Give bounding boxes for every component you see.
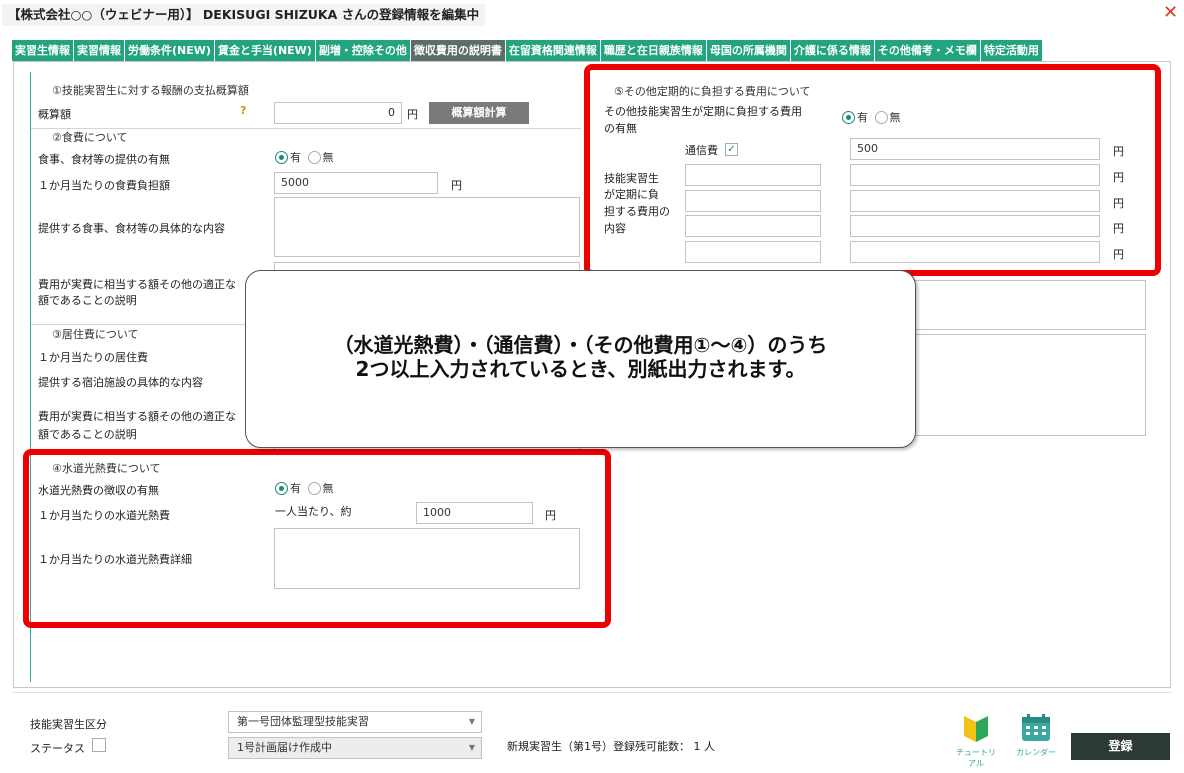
calendar-button[interactable]: カレンダー: [1010, 712, 1062, 760]
highlight-utility-fees: [23, 449, 611, 628]
status-value: 1号計画届け作成中: [237, 741, 332, 754]
tab-deductions[interactable]: 副増・控除その他: [315, 40, 410, 61]
chevron-down-icon: ▼: [468, 743, 475, 752]
rent-explain-label-2: 額であることの説明: [38, 428, 137, 441]
calendar-icon: [1022, 714, 1050, 741]
meal-no-radio[interactable]: [307, 150, 321, 164]
calc-estimate-button[interactable]: 概算額計算: [429, 102, 529, 124]
category-select[interactable]: 第一号団体監理型技能実習 ▼: [228, 711, 482, 733]
footer-divider: [13, 692, 1171, 693]
tab-notes[interactable]: その他備考・メモ欄: [874, 40, 980, 61]
tab-specific-activity[interactable]: 特定活動用: [980, 40, 1042, 61]
meal-yes-radio[interactable]: [275, 150, 288, 164]
category-label: 技能実習生区分: [30, 718, 107, 731]
yen-unit: 円: [407, 108, 418, 121]
section-3-heading: ③居住費について: [52, 328, 139, 341]
meal-provided-label: 食事、食材等の提供の有無: [38, 153, 170, 166]
tab-career[interactable]: 職歴と在日親族情報: [600, 40, 706, 61]
window-title: 【株式会社○○（ウェビナー用）】 DEKISUGI SHIZUKA さんの登録情…: [2, 4, 486, 26]
callout-line-2: 2つ以上入力されているとき、別紙出力されます。: [355, 357, 806, 381]
meal-explain-label-1: 費用が実費に相当する額その他の適正な: [38, 278, 236, 291]
remaining-count: 新規実習生（第1号）登録残可能数： 1 人: [507, 740, 715, 753]
tab-labor-conditions[interactable]: 労働条件(NEW): [125, 40, 214, 61]
tab-fee-explanation[interactable]: 徴収費用の説明書: [410, 40, 505, 61]
status-checkbox[interactable]: [92, 738, 106, 752]
help-icon[interactable]: ?: [240, 104, 246, 117]
meal-monthly-label: １か月当たりの食費負担額: [38, 179, 170, 192]
tab-care[interactable]: 介護に係る情報: [790, 40, 874, 61]
meal-no-label: 無: [322, 151, 334, 164]
chevron-down-icon: ▼: [468, 717, 475, 726]
section-1-heading: ①技能実習生に対する報酬の支払概算額: [52, 84, 249, 97]
callout-line-1: （水道光熱費）・（通信費）・（その他費用①～④）のうち: [333, 333, 828, 357]
meal-yes-label: 有: [290, 151, 301, 164]
estimate-input[interactable]: 0: [274, 102, 402, 124]
meal-content-textarea[interactable]: [274, 197, 580, 257]
tab-home-org[interactable]: 母国の所属機関: [706, 40, 790, 61]
tab-trainee-info[interactable]: 実習生情報: [12, 40, 73, 61]
close-icon[interactable]: ✕: [1163, 4, 1181, 22]
tab-residence-status[interactable]: 在留資格関連情報: [505, 40, 600, 61]
meal-provided-radio-group: 有 無: [275, 149, 337, 165]
estimate-label: 概算額: [38, 108, 71, 121]
calendar-label: カレンダー: [1016, 748, 1056, 757]
meal-monthly-input[interactable]: 5000: [274, 172, 438, 194]
highlight-other-fees: [584, 64, 1161, 276]
info-callout: （水道光熱費）・（通信費）・（その他費用①～④）のうち 2つ以上入力されていると…: [245, 270, 916, 448]
meal-content-label: 提供する食事、食材等の具体的な内容: [38, 222, 225, 235]
status-select[interactable]: 1号計画届け作成中 ▼: [228, 737, 482, 759]
rent-monthly-label: １か月当たりの居住費: [38, 351, 148, 364]
category-value: 第一号団体監理型技能実習: [237, 715, 369, 728]
facility-label: 提供する宿泊施設の具体的な内容: [38, 376, 203, 389]
section-2-heading: ②食費について: [52, 131, 128, 144]
register-button[interactable]: 登録: [1071, 733, 1170, 760]
tab-bar: 実習生情報 実習情報 労働条件(NEW) 賃金と手当(NEW) 副増・控除その他…: [12, 40, 1043, 61]
rent-explain-label-1: 費用が実費に相当する額その他の適正な: [38, 410, 236, 423]
status-label: ステータス: [30, 742, 85, 755]
tutorial-button[interactable]: チュートリアル: [956, 712, 996, 768]
tab-wages[interactable]: 賃金と手当(NEW): [214, 40, 315, 61]
yen-unit: 円: [451, 179, 462, 192]
tab-training-info[interactable]: 実習情報: [74, 40, 124, 61]
beginner-mark-icon: [964, 716, 988, 742]
meal-explain-label-2: 額であることの説明: [38, 294, 137, 307]
tutorial-label: チュートリアル: [956, 748, 996, 768]
